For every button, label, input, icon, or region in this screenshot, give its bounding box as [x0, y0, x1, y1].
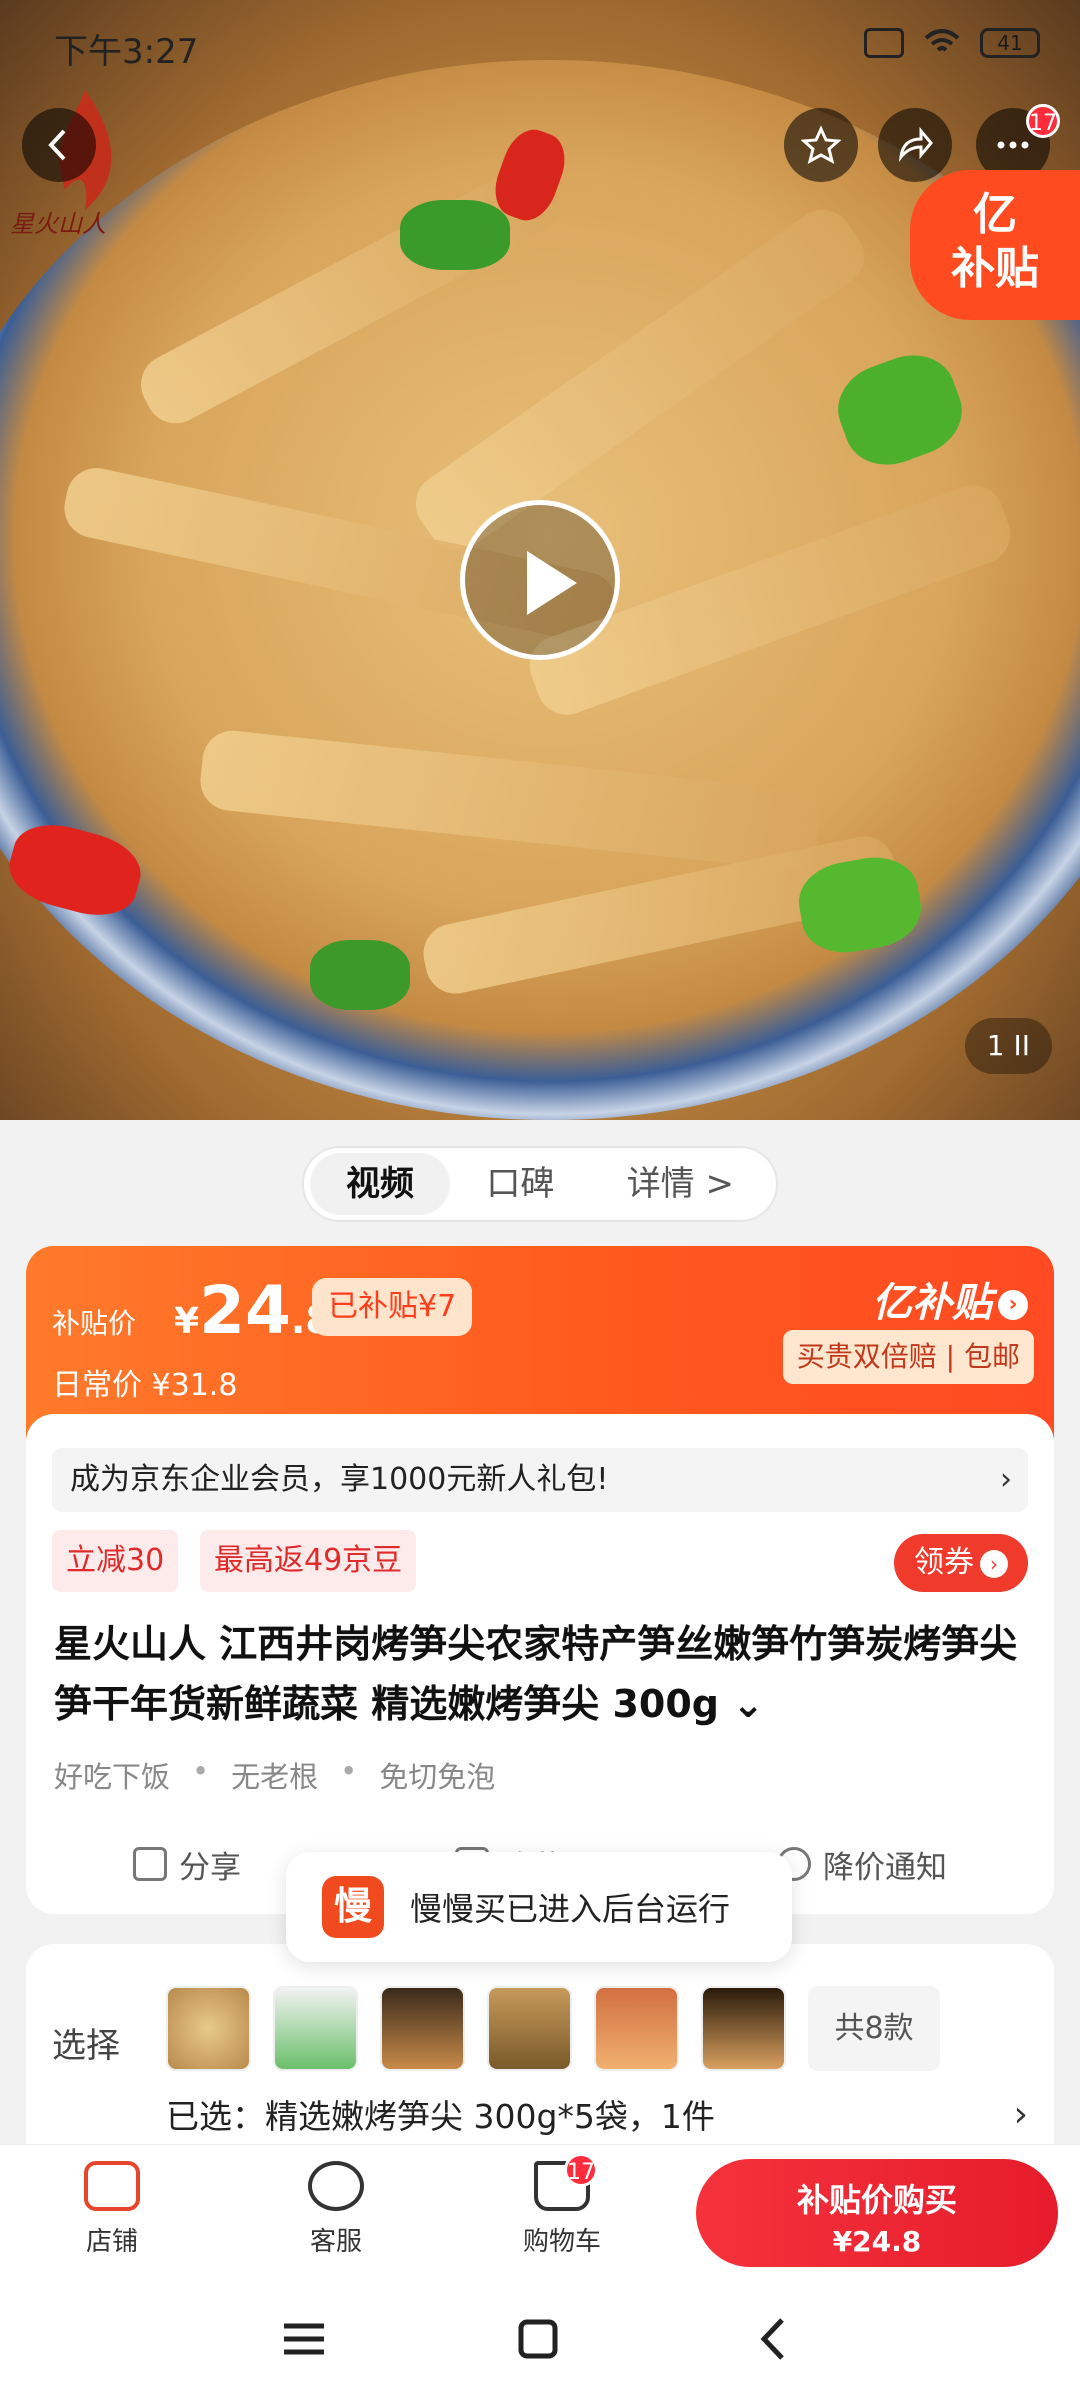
store-button[interactable]: 店铺: [42, 2155, 182, 2258]
back-icon: [48, 129, 66, 161]
variant-count[interactable]: 共8款: [808, 1986, 940, 2071]
variant-thumb[interactable]: [166, 1986, 251, 2071]
feature-item: 好吃下饭: [54, 1760, 171, 1794]
membership-promo[interactable]: 成为京东企业会员，享1000元新人礼包! ›: [52, 1448, 1028, 1512]
variant-thumb[interactable]: [487, 1986, 572, 2071]
menu-icon[interactable]: [274, 2314, 334, 2364]
more-icon: [997, 141, 1029, 149]
daily-price: 日常价 ¥31.8: [52, 1368, 238, 1403]
feature-item: 免切免泡: [379, 1760, 496, 1794]
get-coupon-button[interactable]: 领券 ›: [894, 1534, 1028, 1592]
share-icon: [898, 126, 933, 162]
yi-badge-line2: 补贴: [951, 243, 1039, 294]
buy-label: 补贴价购买: [796, 2181, 957, 2219]
cart-button[interactable]: 购物车: [492, 2155, 632, 2258]
share-action[interactable]: 分享: [133, 1834, 241, 1894]
yi-subsidy-link[interactable]: 亿补贴 ›: [872, 1270, 1028, 1328]
status-bar: 下午3:27 41: [0, 0, 1080, 90]
discount-tag: 立减30: [52, 1530, 179, 1592]
favorite-button[interactable]: [784, 108, 858, 182]
dot-separator: •: [192, 1754, 210, 1788]
product-page: { "status_bar": { "time": "下午3:27", "bat…: [0, 0, 1080, 2400]
status-time: 下午3:27: [54, 32, 199, 72]
buy-now-button[interactable]: 补贴价购买 ¥24.8: [696, 2159, 1058, 2267]
selected-variant: 已选：精选嫩烤笋尖 300g*5袋，1件: [166, 2097, 715, 2136]
chevron-right-icon: ›: [980, 1549, 1008, 1578]
variant-thumb[interactable]: [273, 1986, 358, 2071]
tab-details[interactable]: 详情 >: [591, 1153, 770, 1215]
coupon-label: 领券: [914, 1545, 974, 1580]
variant-selector[interactable]: 选择 共8款 已选：精选嫩烤笋尖 300g*5袋，1件 ›: [26, 1944, 1054, 2144]
content-tabs: 视频 口碑 详情 >: [302, 1146, 778, 1222]
product-title-text: 星火山人 江西井岗烤笋尖农家特产笋丝嫩笋竹笋炭烤笋尖笋干年货新鲜蔬菜 精选嫩烤笋…: [54, 1622, 1018, 1726]
back-nav-icon[interactable]: [744, 2314, 804, 2364]
home-icon[interactable]: [508, 2314, 568, 2364]
sim-icon: [864, 28, 904, 58]
variant-thumbnails: [166, 1986, 786, 2071]
store-icon: [84, 2161, 140, 2211]
toast-text: 慢慢买已进入后台运行: [410, 1890, 731, 1928]
share-button[interactable]: [878, 108, 952, 182]
more-badge: 17: [1026, 104, 1060, 138]
dot-separator: •: [340, 1754, 358, 1788]
price-integer: 24: [199, 1272, 291, 1349]
perks-badge: 买贵双倍赔 | 包邮: [782, 1330, 1034, 1384]
bottom-action-bar: 店铺 客服 购物车 17 补贴价购买 ¥24.8: [0, 2144, 1080, 2280]
service-label: 客服: [309, 2227, 362, 2257]
price-alert-action[interactable]: 降价通知: [777, 1834, 947, 1894]
app-icon: 慢: [322, 1876, 384, 1938]
select-label: 选择: [52, 2026, 120, 2066]
promo-text: 成为京东企业会员，享1000元新人礼包!: [70, 1462, 609, 1497]
customer-service-button[interactable]: 客服: [266, 2155, 406, 2258]
green-pepper: [400, 200, 510, 270]
star-icon: [801, 125, 841, 164]
feature-list: 好吃下饭 • 无老根 • 免切免泡: [54, 1754, 495, 1796]
variant-thumb[interactable]: [380, 1986, 465, 2071]
image-pager: 1 ⅠⅠ: [964, 1018, 1052, 1074]
product-image-carousel[interactable]: 下午3:27 41 星火山人 17 亿 补贴 1 ⅠⅠ: [0, 0, 1080, 1120]
chevron-right-icon: ›: [998, 1290, 1028, 1320]
subsidy-price-label: 补贴价: [52, 1307, 137, 1340]
background-toast: 慢 慢慢买已进入后台运行: [286, 1852, 792, 1962]
battery-icon: 41: [980, 28, 1040, 58]
cart-badge: 17: [564, 2153, 598, 2187]
yi-subsidy-badge: 亿 补贴: [910, 170, 1080, 320]
chevron-right-icon: ›: [1013, 2094, 1028, 2135]
currency-symbol: ¥: [174, 1301, 200, 1342]
back-button[interactable]: [22, 108, 96, 182]
product-info-card: 成为京东企业会员，享1000元新人礼包! › 立减30 最高返49京豆 领券 › …: [26, 1414, 1054, 1914]
tab-video[interactable]: 视频: [310, 1153, 450, 1215]
price-alert-label: 降价通知: [823, 1849, 947, 1886]
wifi-icon: [924, 29, 960, 52]
yi-subsidy-logo-text: 亿补贴: [872, 1280, 992, 1326]
share-label: 分享: [179, 1849, 241, 1886]
product-title: 星火山人 江西井岗烤笋尖农家特产笋丝嫩笋竹笋炭烤笋尖笋干年货新鲜蔬菜 精选嫩烤笋…: [54, 1614, 1034, 1734]
variant-thumb[interactable]: [701, 1986, 786, 2071]
chevron-down-icon[interactable]: ⌄: [732, 1682, 764, 1726]
play-video-button[interactable]: [460, 500, 620, 660]
variant-thumb[interactable]: [594, 1986, 679, 2071]
buy-price: ¥24.8: [832, 2225, 922, 2258]
jingdou-tag: 最高返49京豆: [200, 1530, 417, 1592]
green-pepper: [310, 940, 410, 1010]
system-nav-bar: [0, 2280, 1080, 2400]
feature-item: 无老根: [231, 1760, 319, 1794]
store-label: 店铺: [85, 2227, 138, 2257]
share-icon: [133, 1847, 167, 1881]
subsidy-price: ¥24.8: [174, 1272, 332, 1349]
chat-icon: [308, 2161, 364, 2211]
tab-reviews[interactable]: 口碑: [450, 1153, 590, 1215]
yi-badge-line1: 亿: [973, 189, 1017, 240]
subsidy-amount-badge: 已补贴¥7: [312, 1278, 473, 1336]
cart-label: 购物车: [522, 2227, 601, 2257]
chevron-right-icon: ›: [1000, 1462, 1012, 1497]
